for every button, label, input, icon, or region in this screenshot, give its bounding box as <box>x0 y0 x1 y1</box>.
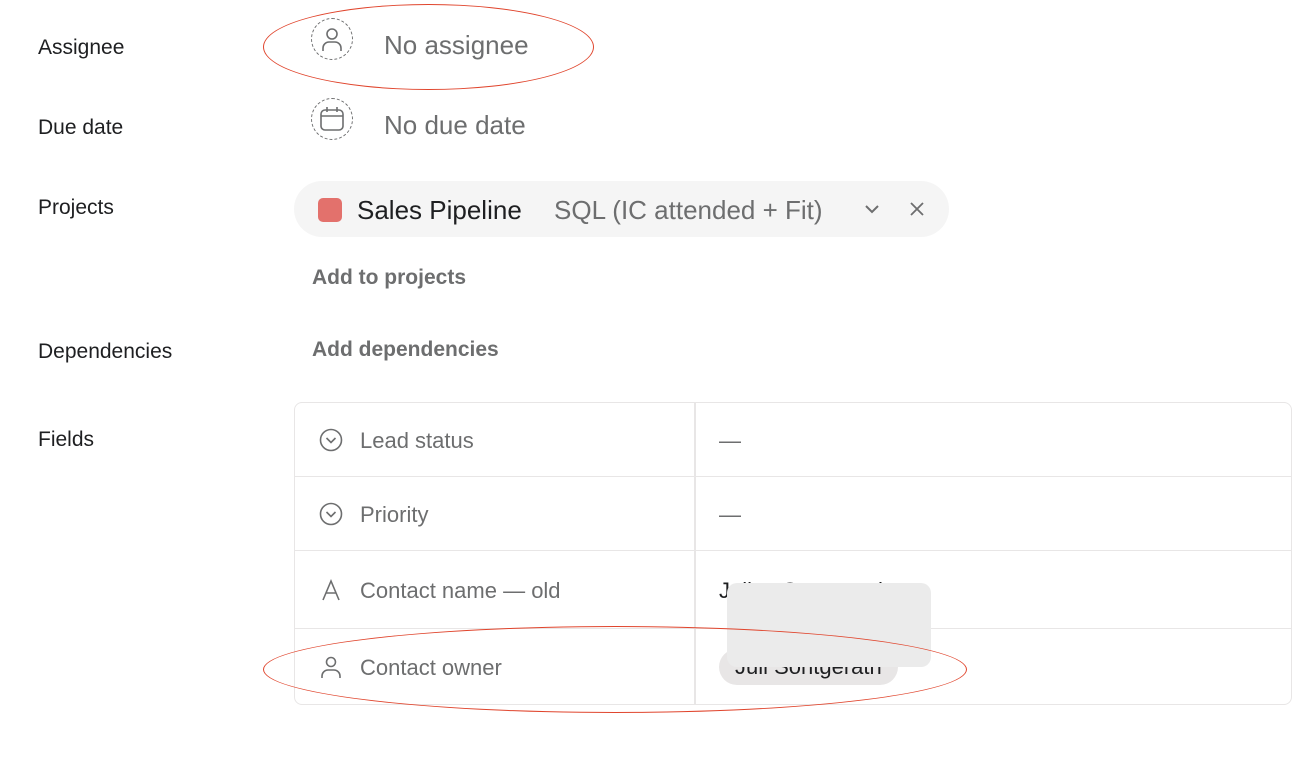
fields-label: Fields <box>38 428 95 451</box>
chevron-circle-icon <box>319 502 343 526</box>
field-value[interactable]: — <box>719 428 741 454</box>
projects-label: Projects <box>38 196 114 219</box>
due-date-button[interactable] <box>311 98 353 140</box>
field-name: Contact name — old <box>360 578 561 603</box>
assignee-label: Assignee <box>38 36 125 59</box>
field-name: Lead status <box>360 428 474 453</box>
chevron-circle-icon <box>319 428 343 452</box>
chevron-down-icon[interactable] <box>863 203 881 215</box>
project-name[interactable]: Sales Pipeline <box>357 195 522 226</box>
dependencies-label: Dependencies <box>38 340 173 363</box>
project-section[interactable]: SQL (IC attended + Fit) <box>554 195 823 226</box>
project-pill[interactable]: Sales Pipeline SQL (IC attended + Fit) <box>294 181 949 237</box>
add-to-projects-button[interactable]: Add to projects <box>312 266 466 290</box>
field-name: Contact owner <box>360 655 502 680</box>
calendar-icon <box>320 107 344 131</box>
field-name: Priority <box>360 502 429 527</box>
remove-project-icon[interactable] <box>909 201 925 217</box>
person-icon <box>322 28 342 51</box>
due-date-label: Due date <box>38 116 124 139</box>
add-dependencies-button[interactable]: Add dependencies <box>312 338 499 362</box>
person-icon <box>321 656 341 678</box>
text-icon <box>322 578 340 601</box>
project-color-swatch <box>318 198 342 222</box>
field-value[interactable]: — <box>719 502 741 528</box>
redaction-box <box>727 583 931 667</box>
due-date-value[interactable]: No due date <box>384 110 526 141</box>
assignee-value[interactable]: No assignee <box>384 30 529 61</box>
field-row-priority[interactable]: Priority — <box>295 477 1291 551</box>
field-row-lead-status[interactable]: Lead status — <box>295 403 1291 477</box>
assignee-avatar-button[interactable] <box>311 18 353 60</box>
